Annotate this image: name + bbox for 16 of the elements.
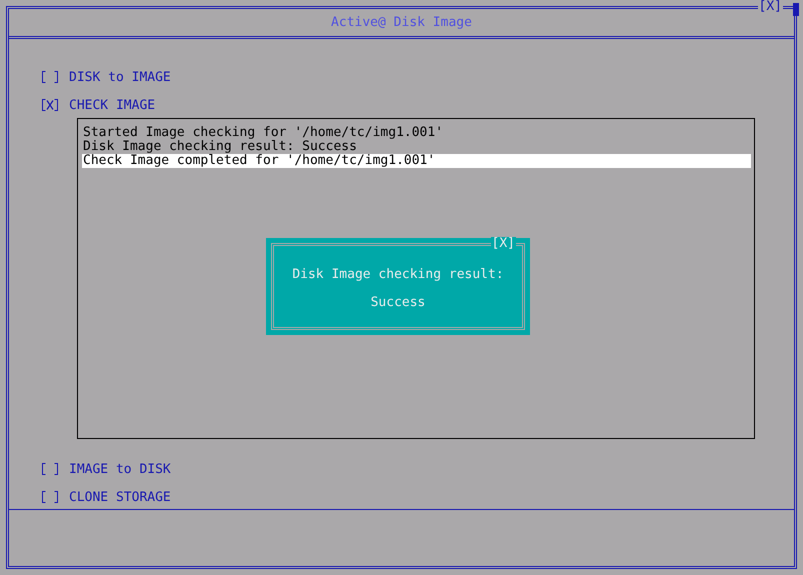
option-item[interactable]: CLONE STORAGE — [42, 489, 794, 505]
resize-handle-icon[interactable] — [793, 3, 799, 16]
log-line[interactable]: Disk Image checking result: Success — [82, 140, 751, 154]
dialog-message: Disk Image checking result: — [292, 268, 504, 282]
close-button[interactable]: [X] — [490, 237, 516, 251]
checkbox[interactable] — [42, 99, 58, 111]
option-item[interactable]: IMAGE to DISK — [42, 461, 794, 477]
checkbox[interactable] — [42, 491, 58, 503]
checkbox[interactable] — [42, 463, 58, 475]
checkbox[interactable] — [42, 71, 58, 83]
window-title: Active@ Disk Image — [331, 15, 472, 30]
dialog-result: Success — [370, 296, 426, 310]
option-item[interactable]: DISK to IMAGE — [42, 69, 794, 85]
log-line[interactable]: Started Image checking for '/home/tc/img1.001' — [82, 126, 751, 140]
option-item[interactable]: CHECK IMAGE — [42, 97, 794, 113]
close-button[interactable]: [X] — [758, 0, 783, 14]
